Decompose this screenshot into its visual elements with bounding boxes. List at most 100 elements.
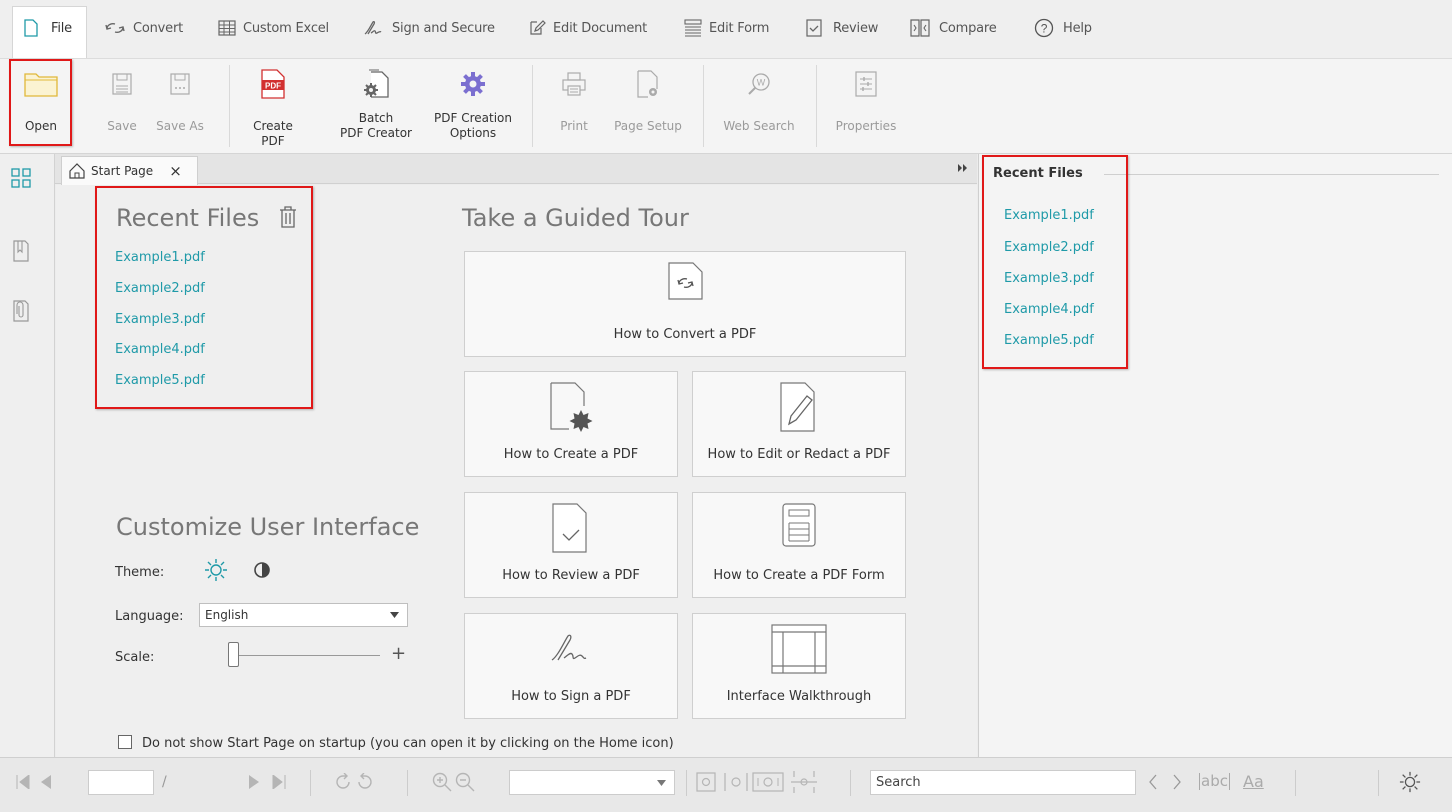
ribbon-toolbar: Open Save Save As PDF Create PDF Batch PD… — [0, 59, 1452, 154]
batch-gear-icon — [361, 59, 391, 109]
menu-item-edit-document[interactable]: Edit Document — [528, 10, 647, 46]
facing-view-icon[interactable] — [724, 772, 748, 792]
ribbon-separator — [816, 65, 817, 147]
scale-slider-track[interactable] — [236, 655, 380, 656]
match-case-toggle[interactable]: Aa — [1243, 772, 1264, 791]
options-label: PDF Creation Options — [434, 111, 512, 140]
sign-icon — [550, 632, 592, 662]
convert-doc-icon — [667, 262, 703, 300]
interface-layout-icon — [771, 624, 827, 674]
menu-sign-secure-label: Sign and Secure — [392, 20, 495, 36]
scale-slider-handle[interactable] — [228, 642, 239, 667]
properties-label: Properties — [835, 119, 897, 133]
compare-icon — [910, 19, 930, 37]
highlight-right-recent-files — [982, 155, 1128, 369]
rotate-counterclockwise-icon[interactable] — [356, 773, 374, 791]
panel-expand-icon[interactable] — [958, 164, 968, 172]
print-label: Print — [560, 119, 588, 133]
pdf-creation-options-button[interactable]: PDF Creation Options — [424, 59, 522, 154]
highlight-open — [9, 59, 72, 146]
tour-card-convert[interactable]: How to Convert a PDF — [464, 251, 906, 357]
continuous-view-icon[interactable] — [790, 770, 818, 794]
web-search-label: Web Search — [723, 119, 795, 133]
language-select[interactable]: English — [199, 603, 408, 627]
previous-page-icon[interactable] — [40, 775, 52, 789]
left-sidebar — [0, 154, 55, 757]
scale-plus-button[interactable]: + — [391, 643, 406, 664]
menu-item-compare[interactable]: Compare — [910, 10, 997, 46]
save-as-button[interactable]: Save As — [152, 59, 208, 154]
search-next-icon[interactable] — [1172, 774, 1182, 790]
menu-item-file[interactable]: File — [24, 10, 72, 46]
tour-convert-label: How to Convert a PDF — [613, 327, 757, 342]
first-page-icon[interactable] — [16, 775, 30, 789]
light-theme-icon[interactable] — [204, 558, 228, 582]
scale-label: Scale: — [115, 650, 155, 665]
batch-label: Batch PDF Creator — [340, 111, 412, 140]
ribbon-separator — [229, 65, 230, 147]
tour-card-create[interactable]: How to Create a PDF — [464, 371, 678, 477]
zoom-out-icon[interactable] — [455, 772, 475, 792]
menu-item-custom-excel[interactable]: Custom Excel — [218, 10, 329, 46]
title-divider — [1104, 174, 1439, 175]
rotate-clockwise-icon[interactable] — [334, 773, 352, 791]
create-pdf-button[interactable]: PDF Create PDF — [240, 59, 306, 154]
ribbon-separator — [532, 65, 533, 147]
tab-close-button[interactable]: × — [169, 162, 182, 180]
tour-card-form[interactable]: How to Create a PDF Form — [692, 492, 906, 598]
next-page-icon[interactable] — [248, 775, 260, 789]
single-page-view-icon[interactable] — [696, 772, 716, 792]
tour-review-label: How to Review a PDF — [502, 568, 640, 583]
menu-item-edit-form[interactable]: Edit Form — [684, 10, 769, 46]
thumbnails-icon[interactable] — [11, 168, 31, 188]
dark-theme-icon[interactable] — [253, 561, 271, 579]
tour-edit-label: How to Edit or Redact a PDF — [707, 447, 891, 462]
search-previous-icon[interactable] — [1148, 774, 1158, 790]
status-separator — [310, 770, 311, 796]
startup-checkbox[interactable] — [118, 735, 132, 749]
tour-card-sign[interactable]: How to Sign a PDF — [464, 613, 678, 719]
page-number-input[interactable] — [88, 770, 154, 795]
menu-item-convert[interactable]: Convert — [104, 10, 183, 46]
tour-card-walkthrough[interactable]: Interface Walkthrough — [692, 613, 906, 719]
tour-sign-label: How to Sign a PDF — [511, 689, 631, 704]
bookmarks-icon[interactable] — [13, 240, 29, 262]
gear-icon — [460, 59, 486, 109]
status-separator — [1295, 770, 1296, 796]
zoom-in-icon[interactable] — [432, 772, 452, 792]
save-icon — [112, 59, 132, 109]
menu-custom-excel-label: Custom Excel — [243, 20, 329, 36]
customize-ui-heading: Customize User Interface — [116, 513, 420, 541]
language-value: English — [205, 608, 249, 622]
two-page-view-icon[interactable] — [752, 772, 784, 792]
status-separator — [1378, 770, 1379, 796]
menu-file-label: File — [51, 20, 72, 36]
tour-card-edit[interactable]: How to Edit or Redact a PDF — [692, 371, 906, 477]
menu-item-help[interactable]: ? Help — [1034, 10, 1092, 46]
page-separator: / — [162, 774, 167, 790]
tab-start-page[interactable]: Start Page × — [61, 156, 198, 185]
home-icon — [69, 163, 85, 179]
create-pdf-label: Create PDF — [253, 119, 293, 148]
tour-card-review[interactable]: How to Review a PDF — [464, 492, 678, 598]
last-page-icon[interactable] — [272, 775, 286, 789]
menu-convert-label: Convert — [133, 20, 184, 36]
menu-compare-label: Compare — [939, 20, 997, 36]
print-button[interactable]: Print — [552, 59, 596, 154]
theme-toggle-sun-icon[interactable] — [1399, 771, 1421, 793]
status-separator — [850, 770, 851, 796]
search-input[interactable]: Search — [870, 770, 1136, 795]
menu-item-sign-secure[interactable]: Sign and Secure — [363, 10, 495, 46]
web-search-button[interactable]: W Web Search — [716, 59, 802, 154]
convert-icon — [104, 20, 126, 36]
save-button[interactable]: Save — [102, 59, 142, 154]
page-setup-button[interactable]: Page Setup — [608, 59, 688, 154]
menu-edit-document-label: Edit Document — [553, 20, 648, 36]
menu-item-review[interactable]: Review — [806, 10, 878, 46]
tour-create-label: How to Create a PDF — [503, 447, 639, 462]
attachments-icon[interactable] — [13, 300, 29, 322]
batch-pdf-creator-button[interactable]: Batch PDF Creator — [332, 59, 420, 154]
whole-word-toggle[interactable]: abc — [1199, 773, 1230, 790]
zoom-select[interactable] — [509, 770, 675, 795]
properties-button[interactable]: Properties — [826, 59, 906, 154]
